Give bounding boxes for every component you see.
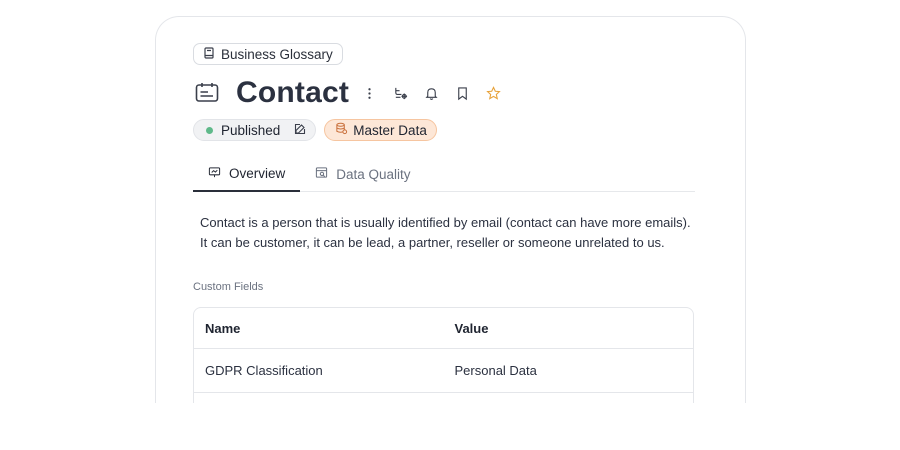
database-icon: [335, 122, 348, 138]
bell-icon[interactable]: [423, 85, 440, 102]
star-icon[interactable]: [485, 85, 502, 102]
table-header-row: Name Value: [194, 308, 693, 349]
custom-fields-label: Custom Fields: [193, 281, 264, 293]
column-header-value: Value: [454, 320, 489, 336]
domain-badge[interactable]: Master Data: [324, 119, 437, 141]
tab-overview[interactable]: Overview: [193, 157, 301, 192]
lineage-icon[interactable]: [392, 85, 409, 102]
term-description: Contact is a person that is usually iden…: [200, 213, 700, 253]
field-value-cell: Personal Data: [454, 363, 537, 378]
tab-overview-label: Overview: [229, 166, 286, 181]
title-actions: [361, 85, 502, 102]
book-icon: [203, 46, 215, 62]
more-vertical-icon[interactable]: [361, 85, 378, 102]
field-name-cell: GDPR Classification: [205, 363, 323, 378]
status-dot: [206, 126, 213, 134]
description-line-2: It can be customer, it can be lead, a pa…: [200, 235, 665, 250]
id-card-icon: [194, 80, 220, 106]
quality-icon: [315, 166, 328, 182]
tab-bar: Overview Data Quality: [193, 157, 695, 192]
presentation-icon: [208, 166, 221, 182]
title-row: Contact: [194, 75, 502, 111]
bookmark-icon[interactable]: [454, 85, 471, 102]
custom-fields-table: Name Value GDPR Classification Personal …: [193, 307, 694, 403]
domain-label: Master Data: [353, 122, 427, 138]
glossary-term-card: Business Glossary Contact Published Mast…: [155, 16, 746, 403]
page-title: Contact: [236, 76, 350, 109]
badges-row: Published Master Data: [193, 119, 437, 141]
edit-icon[interactable]: [288, 123, 306, 138]
description-line-1: Contact is a person that is usually iden…: [200, 215, 691, 230]
column-header-name: Name: [205, 320, 241, 336]
tab-data-quality-label: Data Quality: [336, 166, 411, 182]
status-label: Published: [221, 122, 281, 138]
breadcrumb[interactable]: Business Glossary: [193, 43, 343, 65]
tab-data-quality[interactable]: Data Quality: [300, 157, 425, 191]
table-row: GDPR Classification Personal Data: [194, 349, 693, 393]
breadcrumb-label: Business Glossary: [221, 46, 333, 62]
status-badge[interactable]: Published: [193, 119, 317, 141]
